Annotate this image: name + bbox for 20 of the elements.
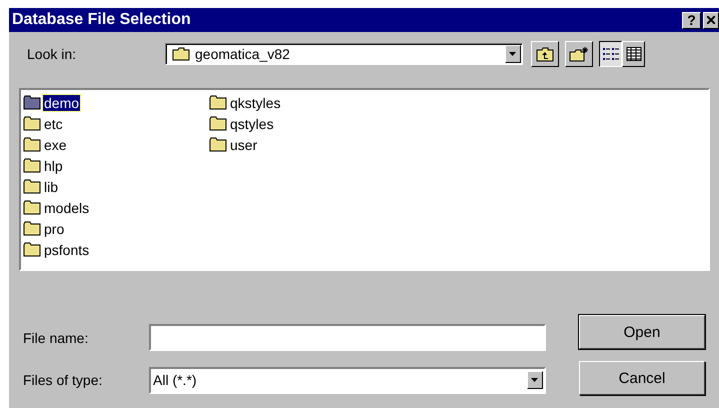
look-in-dropdown[interactable]: geomatica_v82 xyxy=(165,43,523,65)
folder-name[interactable]: psfonts xyxy=(43,242,90,258)
folder-name[interactable]: qkstyles xyxy=(229,94,282,110)
file-type-dropdown[interactable]: All (*.*) xyxy=(149,366,546,394)
folder-name[interactable]: hlp xyxy=(43,158,64,174)
open-button[interactable]: Open xyxy=(579,315,705,349)
folder-name[interactable]: exe xyxy=(43,136,68,152)
file-name-label: File name: xyxy=(23,330,90,346)
folder-name[interactable]: etc xyxy=(43,116,64,132)
window-title: Database File Selection xyxy=(12,11,191,29)
folder-name[interactable]: pro xyxy=(43,220,66,236)
folder-name[interactable]: lib xyxy=(43,178,60,194)
folder-name[interactable]: demo xyxy=(43,94,80,110)
file-type-label: Files of type: xyxy=(23,372,104,388)
folder-name[interactable]: user xyxy=(229,136,258,152)
folder-name[interactable]: models xyxy=(43,200,90,216)
look-in-label: Look in: xyxy=(27,46,78,62)
folder-name[interactable]: qstyles xyxy=(229,116,275,132)
help-button[interactable]: ? xyxy=(682,12,701,28)
cancel-button[interactable]: Cancel xyxy=(579,361,705,395)
